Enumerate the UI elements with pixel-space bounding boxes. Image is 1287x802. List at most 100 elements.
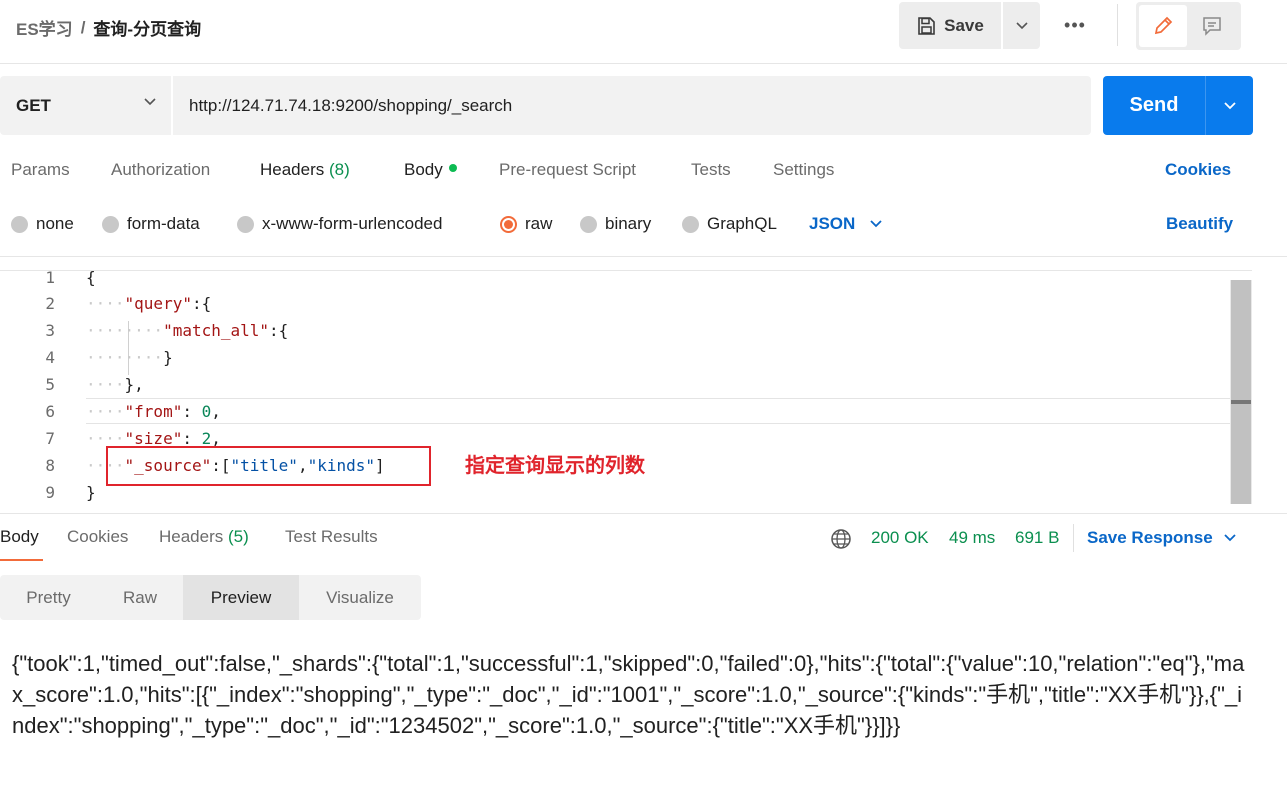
request-name[interactable]: 查询-分页查询 — [93, 15, 201, 40]
format-select[interactable]: JSON — [809, 214, 883, 234]
view-mode-raw[interactable]: Raw — [97, 575, 183, 620]
code-line: 4 ········} — [0, 344, 1230, 371]
code-token: , — [211, 402, 221, 421]
radio-label: binary — [605, 214, 652, 233]
breadcrumb-separator: / — [80, 17, 86, 37]
radio-urlencoded[interactable]: x-www-form-urlencoded — [237, 214, 442, 234]
code-token: { — [86, 271, 96, 287]
save-options-button[interactable] — [1003, 2, 1040, 49]
response-tab-body[interactable]: Body — [0, 527, 39, 547]
code-token: 0 — [201, 402, 212, 421]
line-number: 2 — [45, 294, 55, 313]
code-token: "from" — [124, 402, 183, 421]
response-body-preview: {"took":1,"timed_out":false,"_shards":{"… — [12, 651, 1245, 738]
line-number: 6 — [45, 402, 55, 421]
annotation-text: 指定查询显示的列数 — [465, 453, 645, 477]
save-button[interactable]: Save — [899, 2, 1001, 49]
code-line: 5 ····}, — [0, 371, 1230, 398]
send-button-group: Send — [1103, 76, 1253, 135]
send-button[interactable]: Send — [1103, 76, 1205, 135]
code-token: "match_all" — [163, 321, 270, 340]
method-select[interactable]: GET — [0, 76, 171, 135]
active-tab-underline — [0, 559, 43, 561]
beautify-button[interactable]: Beautify — [1166, 214, 1233, 234]
status-code[interactable]: 200 OK — [871, 528, 929, 548]
radio-graphql[interactable]: GraphQL — [682, 214, 777, 234]
radio-binary[interactable]: binary — [580, 214, 651, 234]
divider — [0, 513, 1287, 514]
code-line: 1 { — [0, 271, 1230, 291]
view-mode-pretty[interactable]: Pretty — [0, 575, 97, 620]
globe-icon[interactable] — [829, 527, 853, 551]
chevron-down-icon — [1224, 534, 1236, 542]
radio-circle — [102, 215, 119, 233]
code-token: :{ — [191, 294, 212, 313]
radio-label: GraphQL — [707, 214, 777, 233]
tab-tests[interactable]: Tests — [691, 160, 731, 180]
editor-scrollbar[interactable] — [1231, 280, 1251, 504]
save-label: Save — [944, 15, 984, 35]
url-input[interactable]: http://124.71.74.18:9200/shopping/_searc… — [173, 76, 1091, 135]
radio-circle — [682, 215, 699, 233]
radio-label: none — [36, 214, 74, 233]
response-tab-headers[interactable]: Headers (5) — [159, 527, 249, 547]
breadcrumb: ES学习 / 查询-分页查询 — [16, 15, 201, 40]
chevron-down-icon — [1015, 21, 1028, 29]
edit-mode-button[interactable] — [1139, 5, 1187, 47]
code-token: } — [163, 348, 173, 367]
radio-label: x-www-form-urlencoded — [262, 214, 443, 233]
chevron-down-icon — [144, 98, 156, 106]
send-options-button[interactable] — [1206, 76, 1253, 135]
breadcrumb-collection[interactable]: ES学习 — [16, 15, 73, 40]
chevron-down-icon — [1223, 101, 1236, 109]
radio-circle — [11, 215, 28, 233]
request-header: ES学习 / 查询-分页查询 Save ••• — [0, 0, 1287, 54]
view-mode-visualize[interactable]: Visualize — [299, 575, 421, 620]
line-number: 9 — [45, 483, 55, 502]
tab-pre-request-script[interactable]: Pre-request Script — [499, 160, 636, 180]
code-line: 6 ····"from": 0, — [0, 398, 1230, 425]
scrollbar-cursor-marker — [1231, 400, 1251, 404]
format-label: JSON — [809, 214, 856, 233]
save-response-button[interactable]: Save Response — [1087, 528, 1237, 548]
tab-authorization[interactable]: Authorization — [111, 160, 210, 180]
line-number: 7 — [45, 429, 55, 448]
comments-button[interactable] — [1187, 5, 1237, 47]
more-options-button[interactable]: ••• — [1062, 14, 1088, 36]
divider — [0, 63, 1287, 64]
response-size[interactable]: 691 B — [1015, 528, 1059, 548]
tab-params[interactable]: Params — [11, 160, 70, 180]
response-tab-cookies[interactable]: Cookies — [67, 527, 128, 547]
divider — [1073, 524, 1074, 552]
tab-body[interactable]: Body — [404, 160, 457, 180]
code-token: "query" — [124, 294, 192, 313]
response-tab-test-results[interactable]: Test Results — [285, 527, 378, 547]
cookies-link[interactable]: Cookies — [1165, 160, 1231, 180]
line-number: 8 — [45, 456, 55, 475]
line-number: 1 — [45, 271, 55, 287]
radio-none[interactable]: none — [11, 214, 74, 234]
line-number: 3 — [45, 321, 55, 340]
radio-form-data[interactable]: form-data — [102, 214, 200, 234]
method-label: GET — [16, 95, 51, 115]
code-line: 2 ····"query":{ — [0, 290, 1230, 317]
response-tab-headers-label: Headers — [159, 527, 224, 546]
code-token: : — [182, 402, 202, 421]
code-token: } — [86, 483, 96, 502]
save-response-label: Save Response — [1087, 528, 1213, 547]
tab-settings[interactable]: Settings — [773, 160, 834, 180]
view-mode-preview[interactable]: Preview — [183, 575, 299, 620]
radio-label: raw — [525, 214, 553, 233]
radio-raw[interactable]: raw — [500, 214, 552, 234]
chevron-down-icon — [870, 220, 882, 228]
annotation-highlight-box — [106, 446, 431, 486]
response-time[interactable]: 49 ms — [949, 528, 995, 548]
headers-count: (8) — [329, 160, 350, 179]
tab-headers-label: Headers — [260, 160, 325, 179]
radio-label: form-data — [127, 214, 200, 233]
response-headers-count: (5) — [228, 527, 249, 546]
view-mode-selector: Pretty Raw Preview Visualize — [0, 575, 421, 620]
tab-headers[interactable]: Headers (8) — [260, 160, 350, 180]
body-indicator-dot — [448, 164, 457, 172]
save-icon — [918, 16, 935, 35]
